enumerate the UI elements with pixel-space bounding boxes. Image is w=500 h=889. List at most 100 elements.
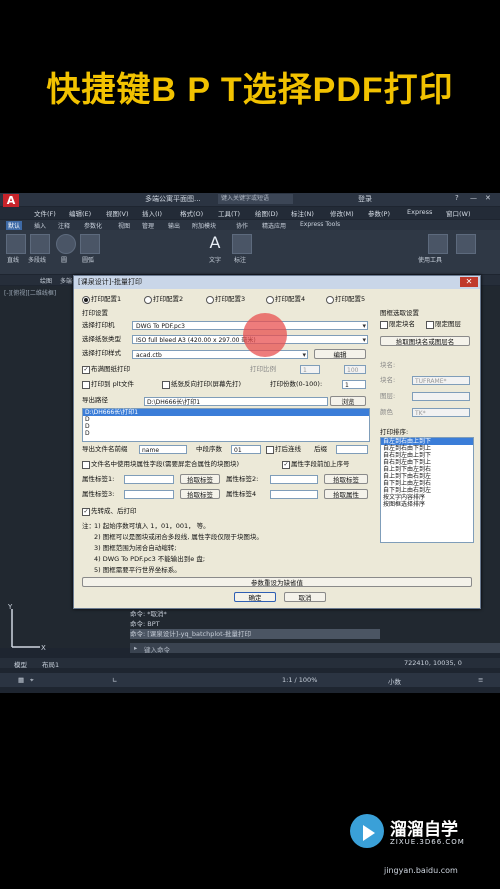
tab-default[interactable]: 默认 xyxy=(6,221,23,230)
color-input[interactable]: TK* xyxy=(412,408,470,417)
menu-dimension[interactable]: 标注(N) xyxy=(291,208,314,218)
tab-layout1[interactable]: 布局1 xyxy=(42,659,59,669)
annotation-scale[interactable]: 1:1 / 100% xyxy=(282,676,317,684)
tab-output[interactable]: 输出 xyxy=(168,221,180,230)
tab-featured[interactable]: 精选应用 xyxy=(262,221,286,230)
list-item[interactable]: 自右到左由上到下 xyxy=(381,452,473,459)
tab-manage[interactable]: 管理 xyxy=(142,221,154,230)
by-block-checkbox[interactable] xyxy=(380,321,388,329)
pick-block-layer-button[interactable]: 拾取图块名或图层名 xyxy=(380,336,470,346)
attr4-input[interactable] xyxy=(270,490,318,499)
menu-modify[interactable]: 修改(M) xyxy=(330,208,354,218)
browse-button[interactable]: 浏览 xyxy=(330,396,366,406)
by-layer-checkbox[interactable] xyxy=(426,321,434,329)
units-readout[interactable]: 小数 xyxy=(388,676,401,686)
command-input[interactable]: 键入命令 xyxy=(144,644,170,654)
help-icon[interactable]: ? xyxy=(455,194,459,202)
tab-parametric[interactable]: 参数化 xyxy=(84,221,102,230)
layer-input[interactable] xyxy=(412,392,470,401)
list-item[interactable]: 自下到上由左到右 xyxy=(381,480,473,487)
list-item[interactable]: D xyxy=(83,416,369,423)
scale-input-a[interactable]: 1 xyxy=(300,365,320,374)
circle-icon[interactable] xyxy=(56,234,76,254)
config-radio-3[interactable] xyxy=(206,296,214,304)
list-item[interactable]: 按图框选择排序 xyxy=(381,501,473,508)
config-radio-5[interactable] xyxy=(326,296,334,304)
list-item[interactable]: 自上到下由右到左 xyxy=(381,473,473,480)
list-item[interactable]: 自左到右由上到下 xyxy=(381,438,473,445)
menu-express[interactable]: Express xyxy=(407,208,432,216)
list-item[interactable]: 自下到上由右到左 xyxy=(381,487,473,494)
menu-icon[interactable]: ≡ xyxy=(478,676,483,684)
cancel-button[interactable]: 取消 xyxy=(284,592,326,602)
close-icon[interactable]: ✕ xyxy=(460,277,478,287)
arc-icon[interactable] xyxy=(80,234,100,254)
tab-express-tools[interactable]: Express Tools xyxy=(300,221,340,228)
tab-addins[interactable]: 附加模块 xyxy=(192,221,216,230)
list-item[interactable]: D xyxy=(83,430,369,437)
dimension-icon[interactable] xyxy=(232,234,252,254)
menu-draw[interactable]: 绘图(D) xyxy=(255,208,278,218)
pick-tag1-button[interactable]: 拾取标签 xyxy=(180,474,220,484)
tab-insert[interactable]: 插入 xyxy=(34,221,46,230)
text-icon[interactable]: A xyxy=(206,234,224,252)
clipboard-icon[interactable] xyxy=(456,234,476,254)
attr3-input[interactable] xyxy=(124,490,174,499)
pick-attr-button[interactable]: 拾取属性 xyxy=(324,489,368,499)
plt-file-checkbox[interactable] xyxy=(82,381,90,389)
file-attr-checkbox[interactable] xyxy=(82,461,90,469)
config-radio-1[interactable] xyxy=(82,296,90,304)
first-print-checkbox[interactable]: ✓ xyxy=(82,508,90,516)
block-name-input[interactable]: TUFRAME* xyxy=(412,376,470,385)
autocad-logo[interactable]: A xyxy=(3,194,19,208)
pick-tag3-button[interactable]: 拾取标签 xyxy=(180,489,220,499)
list-item[interactable]: 按文字内容排序 xyxy=(381,494,473,501)
menu-view[interactable]: 视图(V) xyxy=(106,208,129,218)
calculator-icon[interactable] xyxy=(428,234,448,254)
menu-window[interactable]: 窗口(W) xyxy=(446,208,471,218)
menu-file[interactable]: 文件(F) xyxy=(34,208,56,218)
ok-button[interactable]: 确定 xyxy=(234,592,276,602)
drawing-tab-label[interactable]: 绘图 xyxy=(40,276,52,285)
close-icon[interactable]: ✕ xyxy=(485,194,491,202)
copies-input[interactable]: 1 xyxy=(342,380,366,389)
menu-tools[interactable]: 工具(T) xyxy=(218,208,240,218)
tab-view[interactable]: 视图 xyxy=(118,221,130,230)
pick-tag2-button[interactable]: 拾取标签 xyxy=(324,474,368,484)
fit-to-paper-checkbox[interactable]: ✓ xyxy=(82,366,90,374)
list-item[interactable]: D xyxy=(83,423,369,430)
search-input[interactable]: 键入关键字或短语 xyxy=(218,194,293,204)
plot-style-select[interactable]: acad.ctb xyxy=(132,350,308,359)
grid-toggle-icon[interactable]: ▦ xyxy=(18,676,24,684)
list-item[interactable]: 自上到下由左到右 xyxy=(381,466,473,473)
print-order-checkbox[interactable] xyxy=(266,446,274,454)
config-radio-4[interactable] xyxy=(266,296,274,304)
export-path-list[interactable]: D:\DH666长\打印1 D D D xyxy=(82,408,370,442)
ortho-toggle-icon[interactable]: ∟ xyxy=(112,676,117,684)
viewport-label[interactable]: [-][俯视][二维线框] xyxy=(4,288,56,297)
tab-annotate[interactable]: 注释 xyxy=(58,221,70,230)
command-line[interactable]: ▸ 键入命令 xyxy=(130,643,500,654)
print-order-list[interactable]: 自左到右由上到下 自左到右由下到上 自右到左由上到下 自右到左由下到上 自上到下… xyxy=(380,437,474,543)
menu-parametric[interactable]: 参数(P) xyxy=(368,208,390,218)
polyline-icon[interactable] xyxy=(30,234,50,254)
reverse-checkbox[interactable] xyxy=(162,381,170,389)
minimize-icon[interactable]: — xyxy=(470,194,477,202)
list-item[interactable]: 自右到左由下到上 xyxy=(381,459,473,466)
export-path-input[interactable]: D:\DH666长\打印1 xyxy=(144,397,328,406)
list-item[interactable]: D:\DH666长\打印1 xyxy=(83,409,369,416)
tab-model[interactable]: 模型 xyxy=(14,659,27,669)
attr1-input[interactable] xyxy=(124,475,174,484)
reset-defaults-button[interactable]: 参数重设为缺省值 xyxy=(82,577,472,587)
list-item[interactable]: 自左到右由下到上 xyxy=(381,445,473,452)
config-radio-2[interactable] xyxy=(144,296,152,304)
line-icon[interactable] xyxy=(6,234,26,254)
login-link[interactable]: 登录 xyxy=(358,194,372,204)
filename-prefix-input[interactable]: name xyxy=(139,445,187,454)
mid-number-input[interactable]: 01 xyxy=(231,445,261,454)
edit-style-button[interactable]: 编辑 xyxy=(314,349,366,359)
attr2-input[interactable] xyxy=(270,475,318,484)
tab-collaborate[interactable]: 协作 xyxy=(236,221,248,230)
suffix-input[interactable] xyxy=(336,445,368,454)
scale-input-b[interactable]: 100 xyxy=(344,365,366,374)
